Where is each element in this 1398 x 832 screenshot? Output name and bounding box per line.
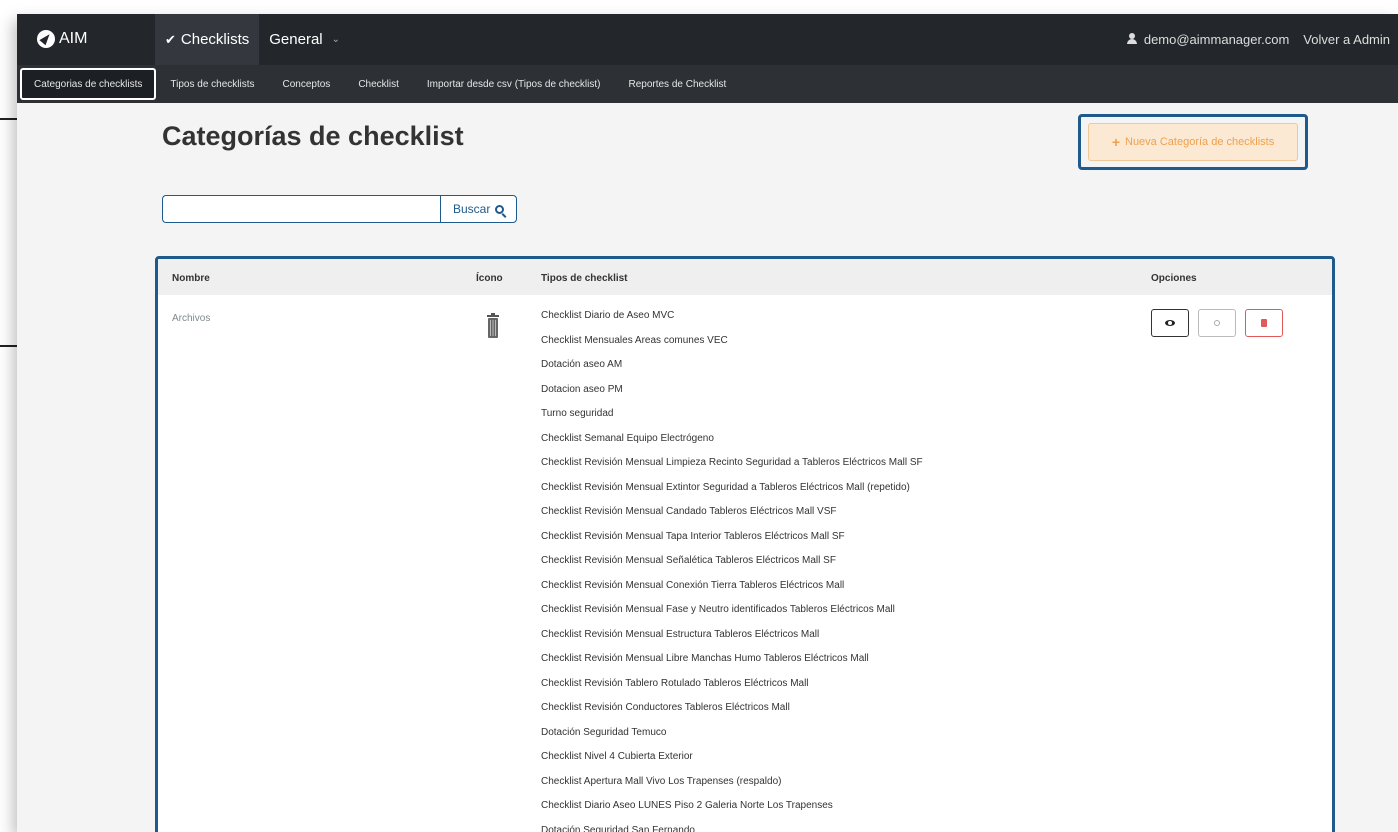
checklist-type-item: Checklist Revisión Conductores Tableros … bbox=[541, 702, 790, 713]
page-title: Categorías de checklist bbox=[162, 121, 464, 151]
header-opciones: Opciones bbox=[1151, 273, 1197, 284]
checklist-types-list: Checklist Diario de Aseo MVC Checklist Me… bbox=[541, 309, 923, 832]
sub-navbar: Categorias de checklists Tipos de checkl… bbox=[17, 65, 1398, 103]
checklist-type-item: Checklist Diario Aseo LUNES Piso 2 Galer… bbox=[541, 800, 833, 811]
tab-checklists-label: Checklists bbox=[180, 31, 250, 48]
app-window: AIM ✔ Checklists General ⌄ demo@aimmanag… bbox=[17, 14, 1398, 832]
compass-icon bbox=[37, 30, 55, 48]
brand-logo[interactable]: AIM bbox=[37, 29, 87, 49]
subnav-tipos[interactable]: Tipos de checklists bbox=[156, 65, 268, 103]
checklist-type-item: Checklist Revisión Mensual Conexión Tier… bbox=[541, 579, 845, 591]
search-button-label: Buscar bbox=[453, 202, 491, 216]
checklist-type-item: Dotación aseo AM bbox=[541, 359, 623, 370]
checklist-type-item: Checklist Revisión Mensual Tapa Interior… bbox=[541, 530, 845, 542]
subnav-categorias[interactable]: Categorias de checklists bbox=[20, 68, 157, 100]
checklist-type-item: Checklist Revisión Tablero Rotulado Tabl… bbox=[541, 677, 809, 689]
subnav-conceptos[interactable]: Conceptos bbox=[269, 65, 345, 103]
subnav-reportes[interactable]: Reportes de Checklist bbox=[614, 65, 740, 103]
chevron-down-icon: ⌄ bbox=[331, 34, 341, 45]
header-icono: Ícono bbox=[476, 273, 503, 284]
checklist-type-item: Checklist Diario de Aseo MVC bbox=[541, 310, 675, 321]
new-category-button[interactable]: + Nueva Categoría de checklists bbox=[1088, 123, 1298, 161]
top-navbar: AIM ✔ Checklists General ⌄ demo@aimmanag… bbox=[17, 14, 1398, 65]
checklist-type-item: Checklist Revisión Mensual Fase y Neutro… bbox=[541, 604, 895, 615]
brand-name: AIM bbox=[59, 30, 88, 47]
edit-icon bbox=[1214, 320, 1220, 326]
search-bar: Buscar bbox=[162, 195, 518, 223]
checklist-type-item: Checklist Revisión Mensual Señalética Ta… bbox=[541, 555, 836, 566]
checklist-type-item: Checklist Revisión Mensual Libre Manchas… bbox=[541, 653, 869, 664]
checklist-type-item: Checklist Revisión Mensual Estructura Ta… bbox=[541, 628, 820, 640]
eye-icon bbox=[1165, 320, 1175, 326]
new-category-label: Nueva Categoría de checklists bbox=[1125, 136, 1275, 148]
checklist-type-item: Checklist Revisión Mensual Candado Table… bbox=[541, 506, 837, 517]
subnav-checklist[interactable]: Checklist bbox=[344, 65, 413, 103]
search-button[interactable]: Buscar bbox=[440, 195, 518, 223]
edit-button[interactable] bbox=[1198, 309, 1236, 337]
search-icon bbox=[495, 204, 505, 214]
user-email: demo@aimmanager.com bbox=[1143, 32, 1290, 47]
checklist-type-item: Checklist Nivel 4 Cubierta Exterior bbox=[541, 751, 693, 762]
subnav-importar-csv[interactable]: Importar desde csv (Tipos de checklist) bbox=[413, 65, 615, 103]
checklist-type-item: Checklist Apertura Mall Vivo Los Trapens… bbox=[541, 775, 782, 787]
checklist-type-item: Turno seguridad bbox=[541, 408, 614, 419]
trash-icon bbox=[487, 313, 499, 338]
tab-general[interactable]: General ⌄ bbox=[259, 14, 350, 65]
back-to-admin-link[interactable]: Volver a Admin bbox=[1303, 32, 1390, 47]
checklist-type-item: Dotacion aseo PM bbox=[541, 383, 623, 395]
user-area: demo@aimmanager.com Volver a Admin bbox=[1127, 14, 1390, 65]
header-nombre: Nombre bbox=[172, 273, 210, 284]
delete-icon bbox=[1261, 319, 1267, 327]
search-input[interactable] bbox=[162, 195, 440, 223]
checklist-type-item: Dotación Seguridad Temuco bbox=[541, 726, 667, 738]
checklist-type-item: Checklist Revisión Mensual Extintor Segu… bbox=[541, 481, 910, 493]
table-header: Nombre Ícono Tipos de checklist Opciones bbox=[158, 259, 1332, 295]
check-icon: ✔ bbox=[165, 31, 176, 47]
checklist-type-item: Checklist Revisión Mensual Limpieza Reci… bbox=[541, 457, 923, 468]
header-tipos: Tipos de checklist bbox=[541, 273, 628, 284]
main-nav: ✔ Checklists General ⌄ bbox=[155, 14, 350, 65]
delete-button[interactable] bbox=[1245, 309, 1283, 337]
checklist-type-item: Checklist Semanal Equipo Electrógeno bbox=[541, 432, 714, 444]
checklist-type-item: Dotación Seguridad San Fernando bbox=[541, 824, 695, 832]
tab-checklists[interactable]: ✔ Checklists bbox=[155, 14, 260, 65]
user-icon bbox=[1127, 33, 1138, 44]
row-options bbox=[1151, 309, 1283, 337]
plus-icon: + bbox=[1111, 134, 1120, 150]
checklist-type-item: Checklist Mensuales Areas comunes VEC bbox=[541, 334, 728, 346]
user-menu[interactable]: demo@aimmanager.com bbox=[1127, 32, 1289, 47]
row-name-link[interactable]: Archivos bbox=[172, 313, 210, 324]
categories-table: Nombre Ícono Tipos de checklist Opciones… bbox=[155, 256, 1335, 832]
view-button[interactable] bbox=[1151, 309, 1189, 337]
new-category-button-highlight: + Nueva Categoría de checklists bbox=[1078, 114, 1308, 170]
tab-general-label: General bbox=[269, 31, 323, 48]
